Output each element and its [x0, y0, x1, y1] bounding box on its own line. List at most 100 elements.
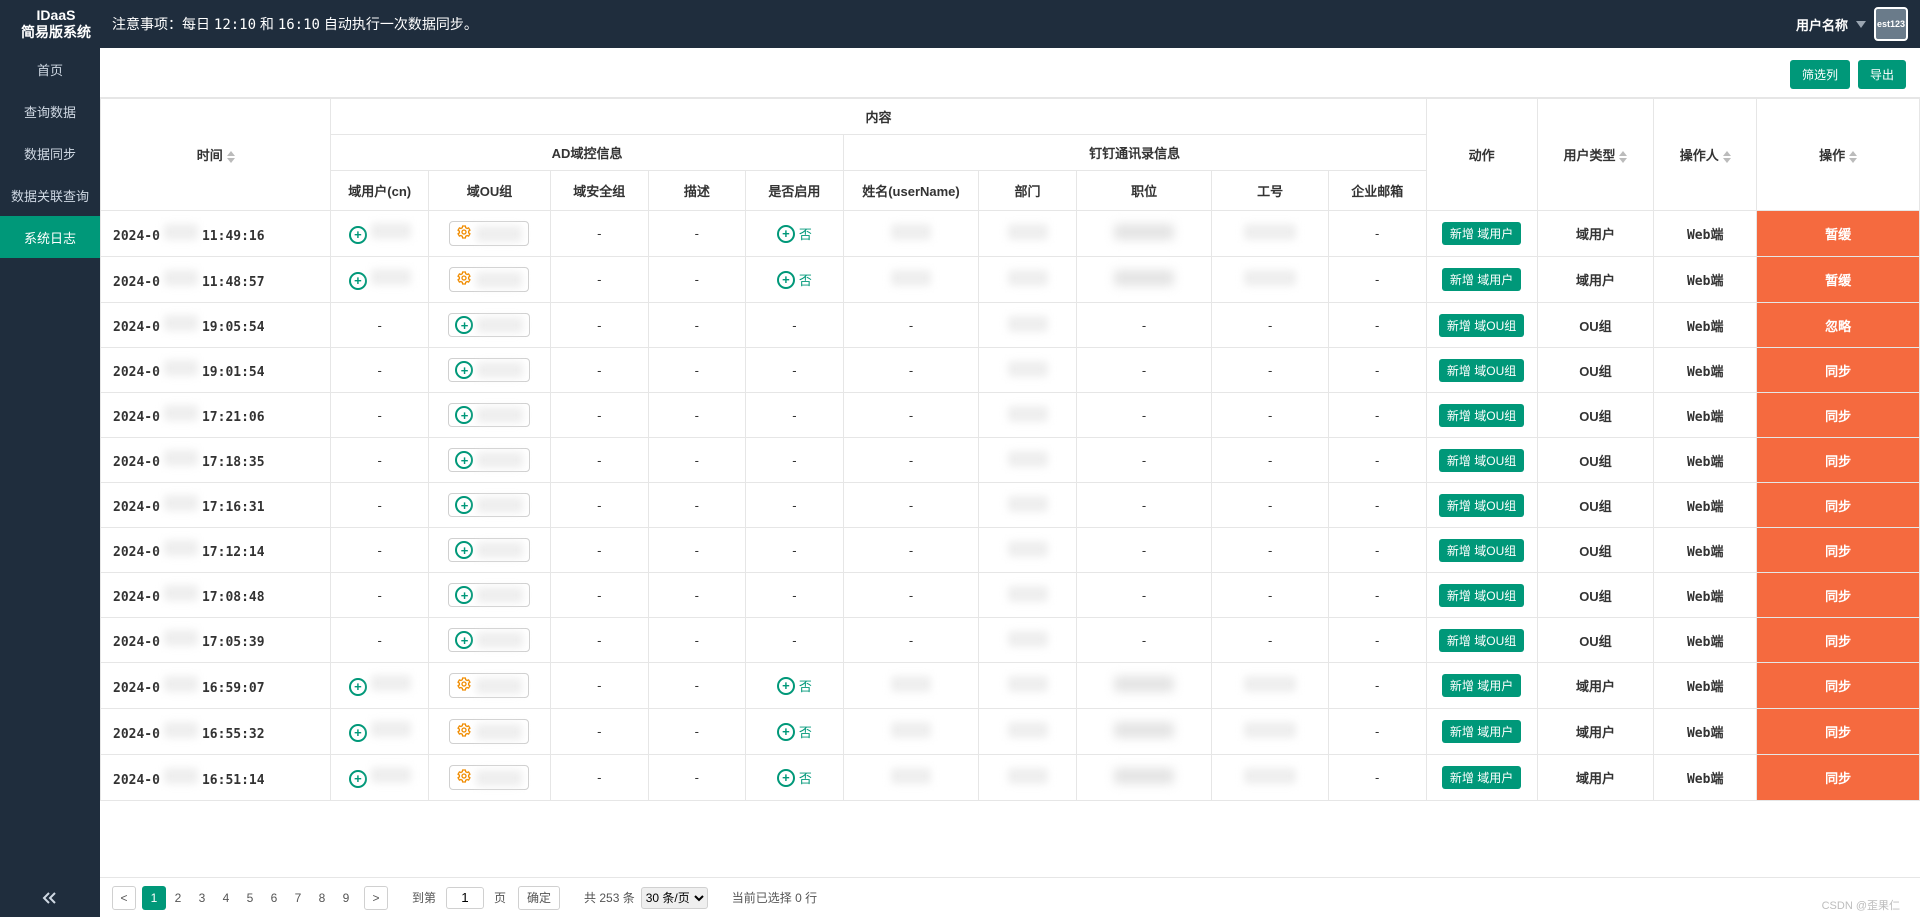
table-row[interactable]: 2024-019:05:54-+ -------新增 域OU组OU组Web端忽略	[101, 303, 1920, 348]
cell-operation[interactable]: 同步	[1757, 393, 1920, 438]
page-prev[interactable]: <	[112, 886, 136, 910]
cell-operation[interactable]: 同步	[1757, 663, 1920, 709]
goto-page-input[interactable]	[446, 887, 484, 909]
cell-operator: Web端	[1654, 257, 1757, 303]
table-row[interactable]: 2024-017:05:39-+ -------新增 域OU组OU组Web端同步	[101, 618, 1920, 663]
plus-circle-icon[interactable]: +	[455, 631, 473, 649]
page-7[interactable]: 7	[286, 886, 310, 910]
table-row[interactable]: 2024-017:08:48-+ -------新增 域OU组OU组Web端同步	[101, 573, 1920, 618]
sidebar-item-1[interactable]: 查询数据	[0, 90, 100, 132]
plus-circle-icon[interactable]: +	[455, 541, 473, 559]
page-9[interactable]: 9	[334, 886, 358, 910]
cell-cn: +	[331, 709, 429, 755]
page-3[interactable]: 3	[190, 886, 214, 910]
page-1[interactable]: 1	[142, 886, 166, 910]
sidebar-item-3[interactable]: 数据关联查询	[0, 174, 100, 216]
plus-circle-icon[interactable]: +	[777, 723, 795, 741]
th-dept: 部门	[979, 171, 1077, 211]
sidebar-item-2[interactable]: 数据同步	[0, 132, 100, 174]
action-badge[interactable]: 新增 域OU组	[1439, 314, 1524, 337]
table-row[interactable]: 2024-016:51:14+ --+ 否-新增 域用户域用户Web端同步	[101, 755, 1920, 801]
cell-operation[interactable]: 同步	[1757, 618, 1920, 663]
action-badge[interactable]: 新增 域OU组	[1439, 584, 1524, 607]
cell-time: 2024-019:01:54	[101, 348, 331, 393]
action-badge[interactable]: 新增 域OU组	[1439, 629, 1524, 652]
cell-operation[interactable]: 同步	[1757, 348, 1920, 393]
page-8[interactable]: 8	[310, 886, 334, 910]
cell-operation[interactable]: 同步	[1757, 573, 1920, 618]
cell-dept	[979, 348, 1077, 393]
th-operation[interactable]: 操作	[1757, 99, 1920, 211]
plus-circle-icon[interactable]: +	[455, 406, 473, 424]
cell-operation[interactable]: 同步	[1757, 483, 1920, 528]
user-label: 用户名称	[1796, 15, 1848, 34]
plus-circle-icon[interactable]: +	[349, 724, 367, 742]
table-row[interactable]: 2024-017:12:14-+ -------新增 域OU组OU组Web端同步	[101, 528, 1920, 573]
th-time[interactable]: 时间	[101, 99, 331, 211]
goto-confirm-button[interactable]: 确定	[518, 886, 560, 910]
page-5[interactable]: 5	[238, 886, 262, 910]
plus-circle-icon[interactable]: +	[777, 677, 795, 695]
sidebar-item-4[interactable]: 系统日志	[0, 216, 100, 258]
export-button[interactable]: 导出	[1858, 60, 1906, 89]
cell-title	[1076, 257, 1212, 303]
action-badge[interactable]: 新增 域OU组	[1439, 359, 1524, 382]
cell-operation[interactable]: 暂缓	[1757, 257, 1920, 303]
cell-operation[interactable]: 暂缓	[1757, 211, 1920, 257]
action-badge[interactable]: 新增 域OU组	[1439, 404, 1524, 427]
sidebar-collapse[interactable]	[0, 881, 100, 917]
table-row[interactable]: 2024-011:48:57+ --+ 否-新增 域用户域用户Web端暂缓	[101, 257, 1920, 303]
plus-circle-icon[interactable]: +	[349, 770, 367, 788]
plus-circle-icon[interactable]: +	[455, 586, 473, 604]
action-badge[interactable]: 新增 域用户	[1442, 720, 1521, 743]
cell-dept	[979, 483, 1077, 528]
action-badge[interactable]: 新增 域用户	[1442, 674, 1521, 697]
th-usertype[interactable]: 用户类型	[1537, 99, 1654, 211]
page-6[interactable]: 6	[262, 886, 286, 910]
cell-username	[843, 257, 979, 303]
plus-circle-icon[interactable]: +	[455, 496, 473, 514]
action-badge[interactable]: 新增 域OU组	[1439, 449, 1524, 472]
gear-icon	[456, 270, 472, 289]
action-badge[interactable]: 新增 域用户	[1442, 222, 1521, 245]
page-2[interactable]: 2	[166, 886, 190, 910]
user-area[interactable]: 用户名称 est123	[1796, 7, 1908, 41]
th-operator[interactable]: 操作人	[1654, 99, 1757, 211]
cell-desc: -	[648, 348, 746, 393]
page-next[interactable]: >	[364, 886, 388, 910]
plus-circle-icon[interactable]: +	[349, 272, 367, 290]
page-size-select[interactable]: 30 条/页	[641, 887, 708, 909]
table-row[interactable]: 2024-016:55:32+ --+ 否-新增 域用户域用户Web端同步	[101, 709, 1920, 755]
action-badge[interactable]: 新增 域用户	[1442, 268, 1521, 291]
table-row[interactable]: 2024-017:16:31-+ -------新增 域OU组OU组Web端同步	[101, 483, 1920, 528]
plus-circle-icon[interactable]: +	[455, 361, 473, 379]
page-4[interactable]: 4	[214, 886, 238, 910]
log-table[interactable]: 时间 内容 动作 用户类型 操作人 操作 AD域控信息 钉钉通讯录信息	[100, 97, 1920, 877]
table-row[interactable]: 2024-017:21:06-+ -------新增 域OU组OU组Web端同步	[101, 393, 1920, 438]
action-badge[interactable]: 新增 域用户	[1442, 766, 1521, 789]
avatar[interactable]: est123	[1874, 7, 1908, 41]
cell-operation[interactable]: 同步	[1757, 438, 1920, 483]
cell-operation[interactable]: 忽略	[1757, 303, 1920, 348]
action-badge[interactable]: 新增 域OU组	[1439, 539, 1524, 562]
plus-circle-icon[interactable]: +	[455, 451, 473, 469]
cell-operation[interactable]: 同步	[1757, 709, 1920, 755]
plus-circle-icon[interactable]: +	[455, 316, 473, 334]
plus-circle-icon[interactable]: +	[777, 225, 795, 243]
table-row[interactable]: 2024-017:18:35-+ -------新增 域OU组OU组Web端同步	[101, 438, 1920, 483]
filter-columns-button[interactable]: 筛选列	[1790, 60, 1850, 89]
table-row[interactable]: 2024-019:01:54-+ -------新增 域OU组OU组Web端同步	[101, 348, 1920, 393]
table-row[interactable]: 2024-016:59:07+ --+ 否-新增 域用户域用户Web端同步	[101, 663, 1920, 709]
cell-username: -	[843, 393, 979, 438]
action-badge[interactable]: 新增 域OU组	[1439, 494, 1524, 517]
table-row[interactable]: 2024-011:49:16+ --+ 否-新增 域用户域用户Web端暂缓	[101, 211, 1920, 257]
plus-circle-icon[interactable]: +	[349, 226, 367, 244]
plus-circle-icon[interactable]: +	[777, 769, 795, 787]
plus-circle-icon[interactable]: +	[777, 271, 795, 289]
sidebar-item-0[interactable]: 首页	[0, 48, 100, 90]
cell-time: 2024-017:18:35	[101, 438, 331, 483]
plus-circle-icon[interactable]: +	[349, 678, 367, 696]
cell-operation[interactable]: 同步	[1757, 528, 1920, 573]
cell-empno	[1212, 709, 1329, 755]
cell-operation[interactable]: 同步	[1757, 755, 1920, 801]
